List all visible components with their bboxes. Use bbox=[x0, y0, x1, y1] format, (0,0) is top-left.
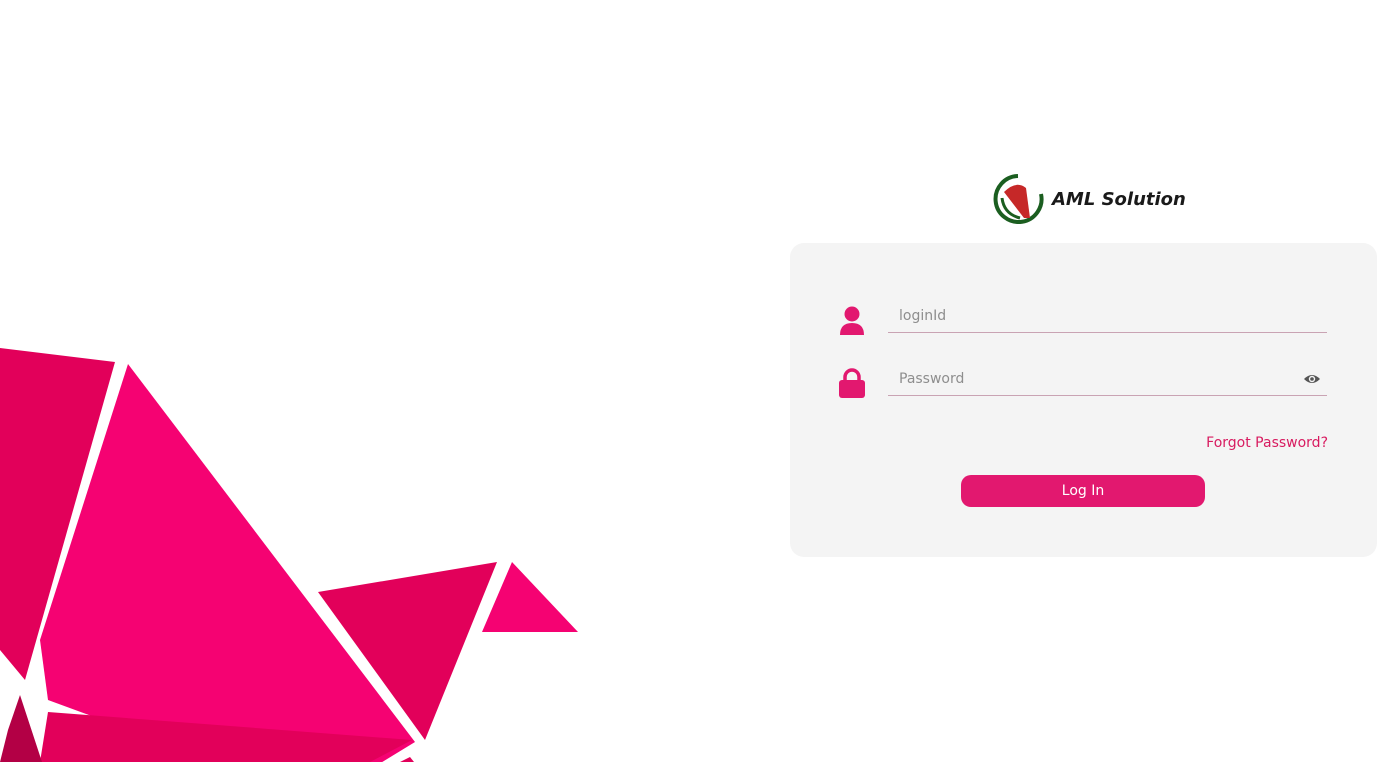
lock-icon bbox=[839, 368, 865, 398]
eye-icon[interactable] bbox=[1303, 371, 1321, 387]
forgot-password-link[interactable]: Forgot Password? bbox=[1206, 435, 1328, 451]
login-id-input[interactable] bbox=[888, 299, 1327, 332]
user-icon bbox=[840, 306, 864, 335]
login-card: Forgot Password? Log In bbox=[790, 243, 1377, 557]
login-id-field bbox=[888, 299, 1327, 333]
aml-logo-icon bbox=[993, 174, 1044, 224]
password-field bbox=[888, 362, 1327, 396]
origami-bird-illustration bbox=[0, 348, 578, 762]
brand-name: AML Solution bbox=[1052, 188, 1186, 210]
login-page: AML Solution Forgot Password? Log In bbox=[0, 0, 1381, 762]
login-button[interactable]: Log In bbox=[961, 475, 1205, 507]
brand-logo: AML Solution bbox=[990, 172, 1190, 226]
password-input[interactable] bbox=[888, 362, 1327, 395]
